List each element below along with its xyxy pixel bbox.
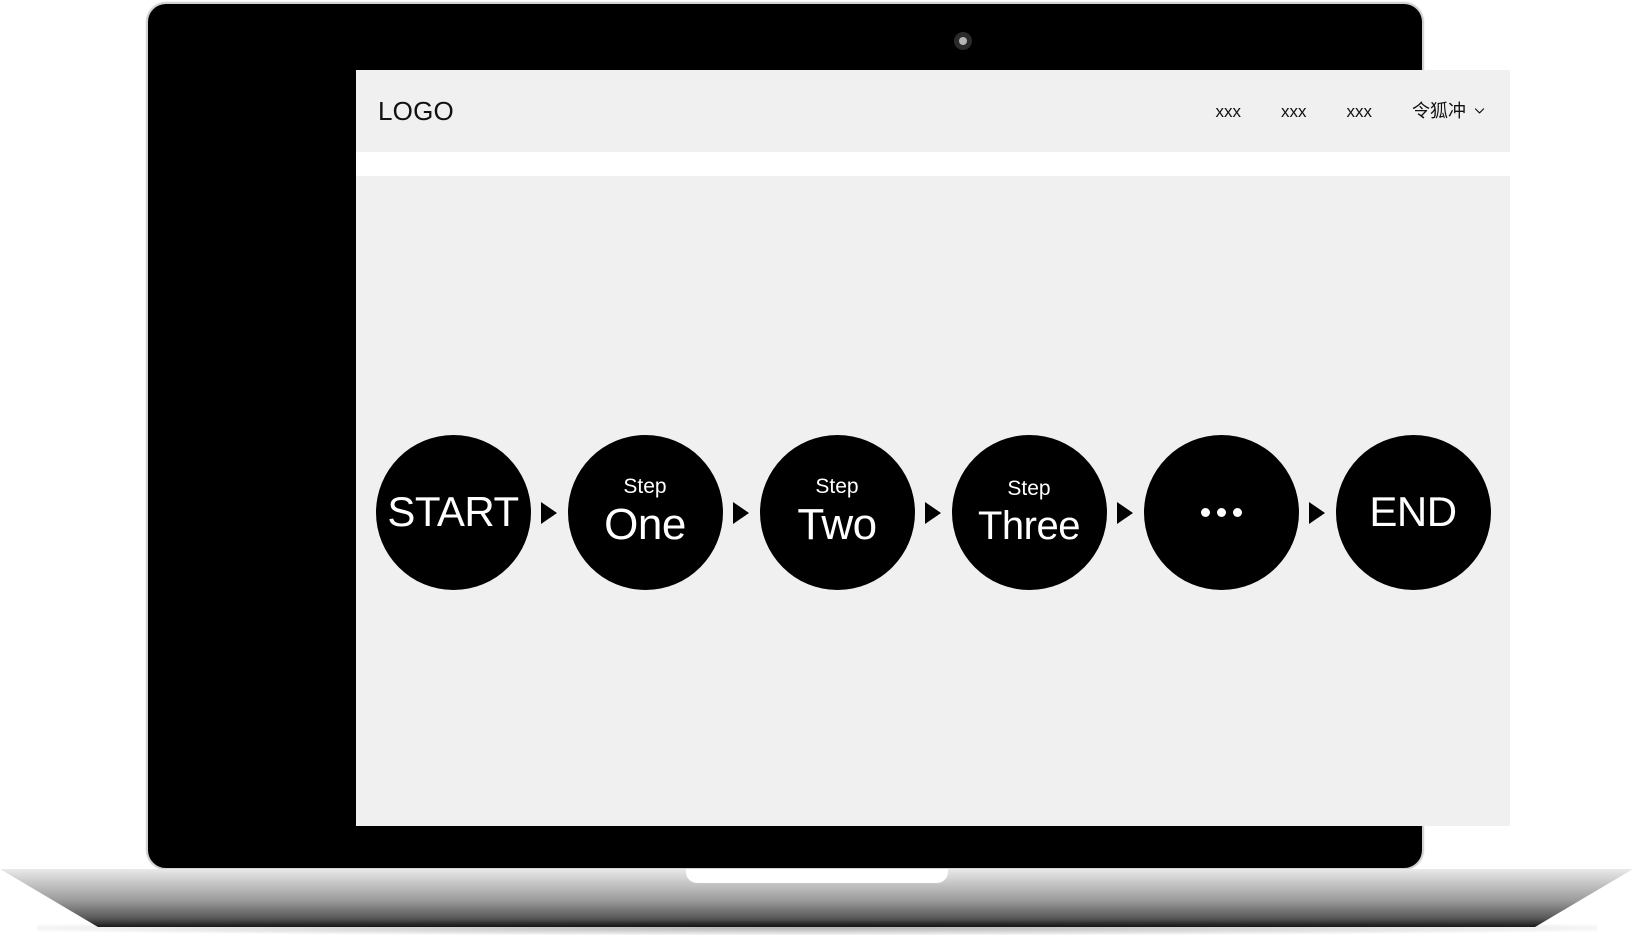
- nav-item-3[interactable]: xxx: [1327, 97, 1393, 126]
- nav-item-1[interactable]: xxx: [1196, 97, 1262, 126]
- webcam-icon: [954, 32, 972, 50]
- user-menu[interactable]: 令狐冲: [1410, 96, 1488, 126]
- flow-node-step-two-sublabel: Step: [815, 475, 859, 499]
- flow-node-step-three-label: Three: [978, 503, 1081, 548]
- ellipsis-dot-1: [1200, 508, 1210, 517]
- page-stage: LOGO xxx xxx xxx 令狐冲 START Step One Step…: [0, 0, 1633, 944]
- chevron-down-icon: [1473, 104, 1486, 117]
- user-name: 令狐冲: [1412, 101, 1466, 121]
- laptop-lid: LOGO xxx xxx xxx 令狐冲 START Step One Step…: [146, 2, 1510, 870]
- flow-node-ellipsis[interactable]: [1143, 435, 1299, 590]
- ellipsis-dot-2: [1216, 508, 1226, 517]
- webcam-lens: [959, 37, 967, 45]
- flow-node-step-two-label: Two: [797, 500, 877, 550]
- laptop-base-notch: [685, 869, 948, 883]
- ellipsis-icon: [1200, 508, 1242, 517]
- site-header: LOGO xxx xxx xxx 令狐冲: [356, 70, 1510, 152]
- triangle-right-icon-5: [1299, 501, 1336, 524]
- ellipsis-dot-3: [1232, 508, 1242, 517]
- main-content: START Step One Step Two Step Three END: [356, 176, 1510, 826]
- flow-node-step-three-sublabel: Step: [1007, 477, 1051, 501]
- triangle-right-icon-3: [915, 501, 952, 524]
- flow-node-step-two[interactable]: Step Two: [759, 435, 915, 590]
- flow-node-step-one[interactable]: Step One: [567, 435, 723, 590]
- nav-item-2[interactable]: xxx: [1261, 97, 1327, 126]
- logo[interactable]: LOGO: [378, 98, 454, 124]
- flow-node-end[interactable]: END: [1335, 435, 1491, 590]
- flow-node-step-three[interactable]: Step Three: [951, 435, 1107, 590]
- laptop-base-shadow: [36, 921, 1597, 935]
- triangle-right-icon-1: [531, 501, 568, 524]
- step-flow-diagram: START Step One Step Two Step Three END: [356, 435, 1510, 590]
- header-divider: [356, 152, 1510, 176]
- flow-node-start[interactable]: START: [375, 435, 531, 590]
- flow-node-step-one-label: One: [604, 500, 686, 550]
- triangle-right-icon-2: [723, 501, 760, 524]
- triangle-right-icon-4: [1107, 501, 1144, 524]
- flow-node-start-label: START: [387, 488, 519, 536]
- main-navigation: xxx xxx xxx 令狐冲: [1196, 96, 1489, 126]
- screen-viewport: LOGO xxx xxx xxx 令狐冲 START Step One Step…: [356, 70, 1510, 826]
- flow-node-end-label: END: [1369, 488, 1457, 536]
- flow-node-step-one-sublabel: Step: [623, 475, 667, 499]
